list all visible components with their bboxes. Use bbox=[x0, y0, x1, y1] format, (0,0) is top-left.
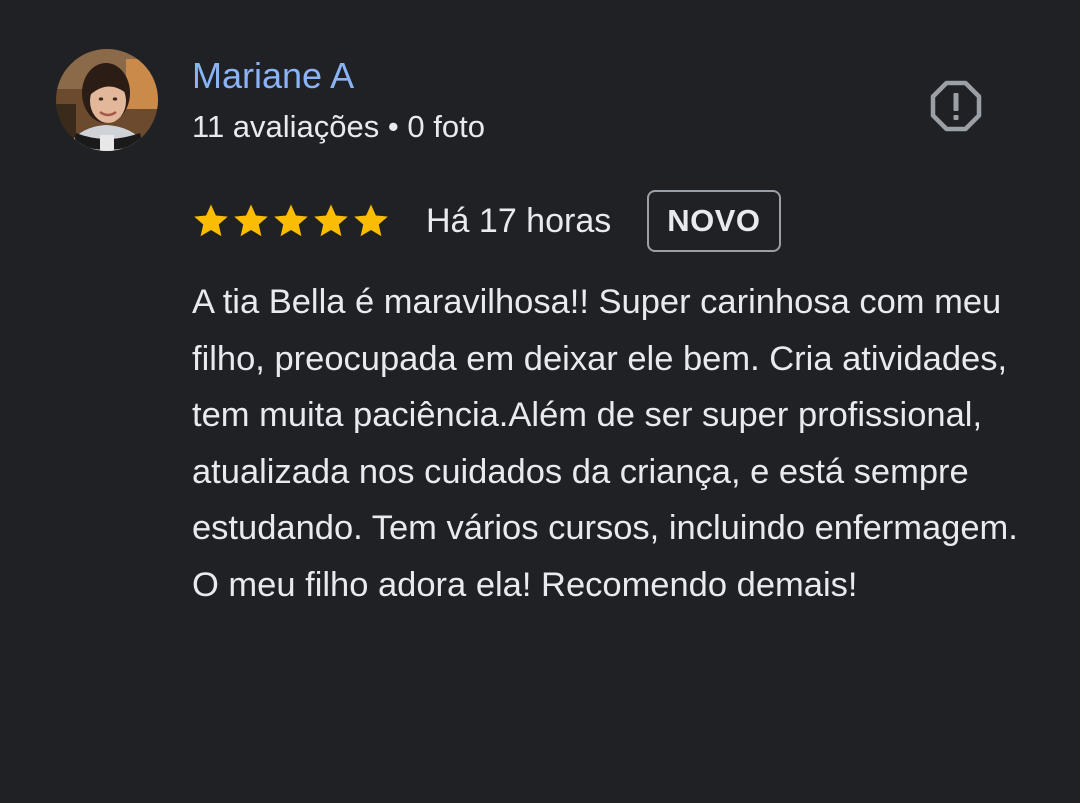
rating-row: Há 17 horas NOVO bbox=[192, 188, 781, 254]
report-icon bbox=[930, 80, 982, 132]
star-icon bbox=[274, 204, 308, 237]
review-text: A tia Bella é maravilhosa!! Super carinh… bbox=[192, 274, 1042, 613]
review-paragraph: A tia Bella é maravilhosa!! Super carinh… bbox=[192, 283, 1018, 547]
star-icon bbox=[354, 204, 388, 237]
reviews-count: 11 avaliações bbox=[192, 109, 380, 144]
avatar-photo-icon bbox=[56, 49, 158, 151]
star-icon bbox=[194, 204, 228, 237]
reviewer-meta: 11 avaliações • 0 foto bbox=[192, 107, 485, 147]
star-icon bbox=[314, 204, 348, 237]
star-icon bbox=[234, 204, 268, 237]
user-avatar[interactable] bbox=[56, 49, 158, 151]
reviewer-name[interactable]: Mariane A bbox=[192, 54, 354, 98]
star-rating bbox=[192, 202, 390, 240]
photos-count: 0 foto bbox=[407, 109, 485, 144]
meta-separator: • bbox=[387, 109, 399, 144]
review-time: Há 17 horas bbox=[426, 202, 612, 240]
new-badge: NOVO bbox=[647, 190, 781, 252]
review-paragraph: O meu filho adora ela! Recomendo demais! bbox=[192, 565, 858, 604]
report-review-button[interactable] bbox=[925, 75, 987, 137]
